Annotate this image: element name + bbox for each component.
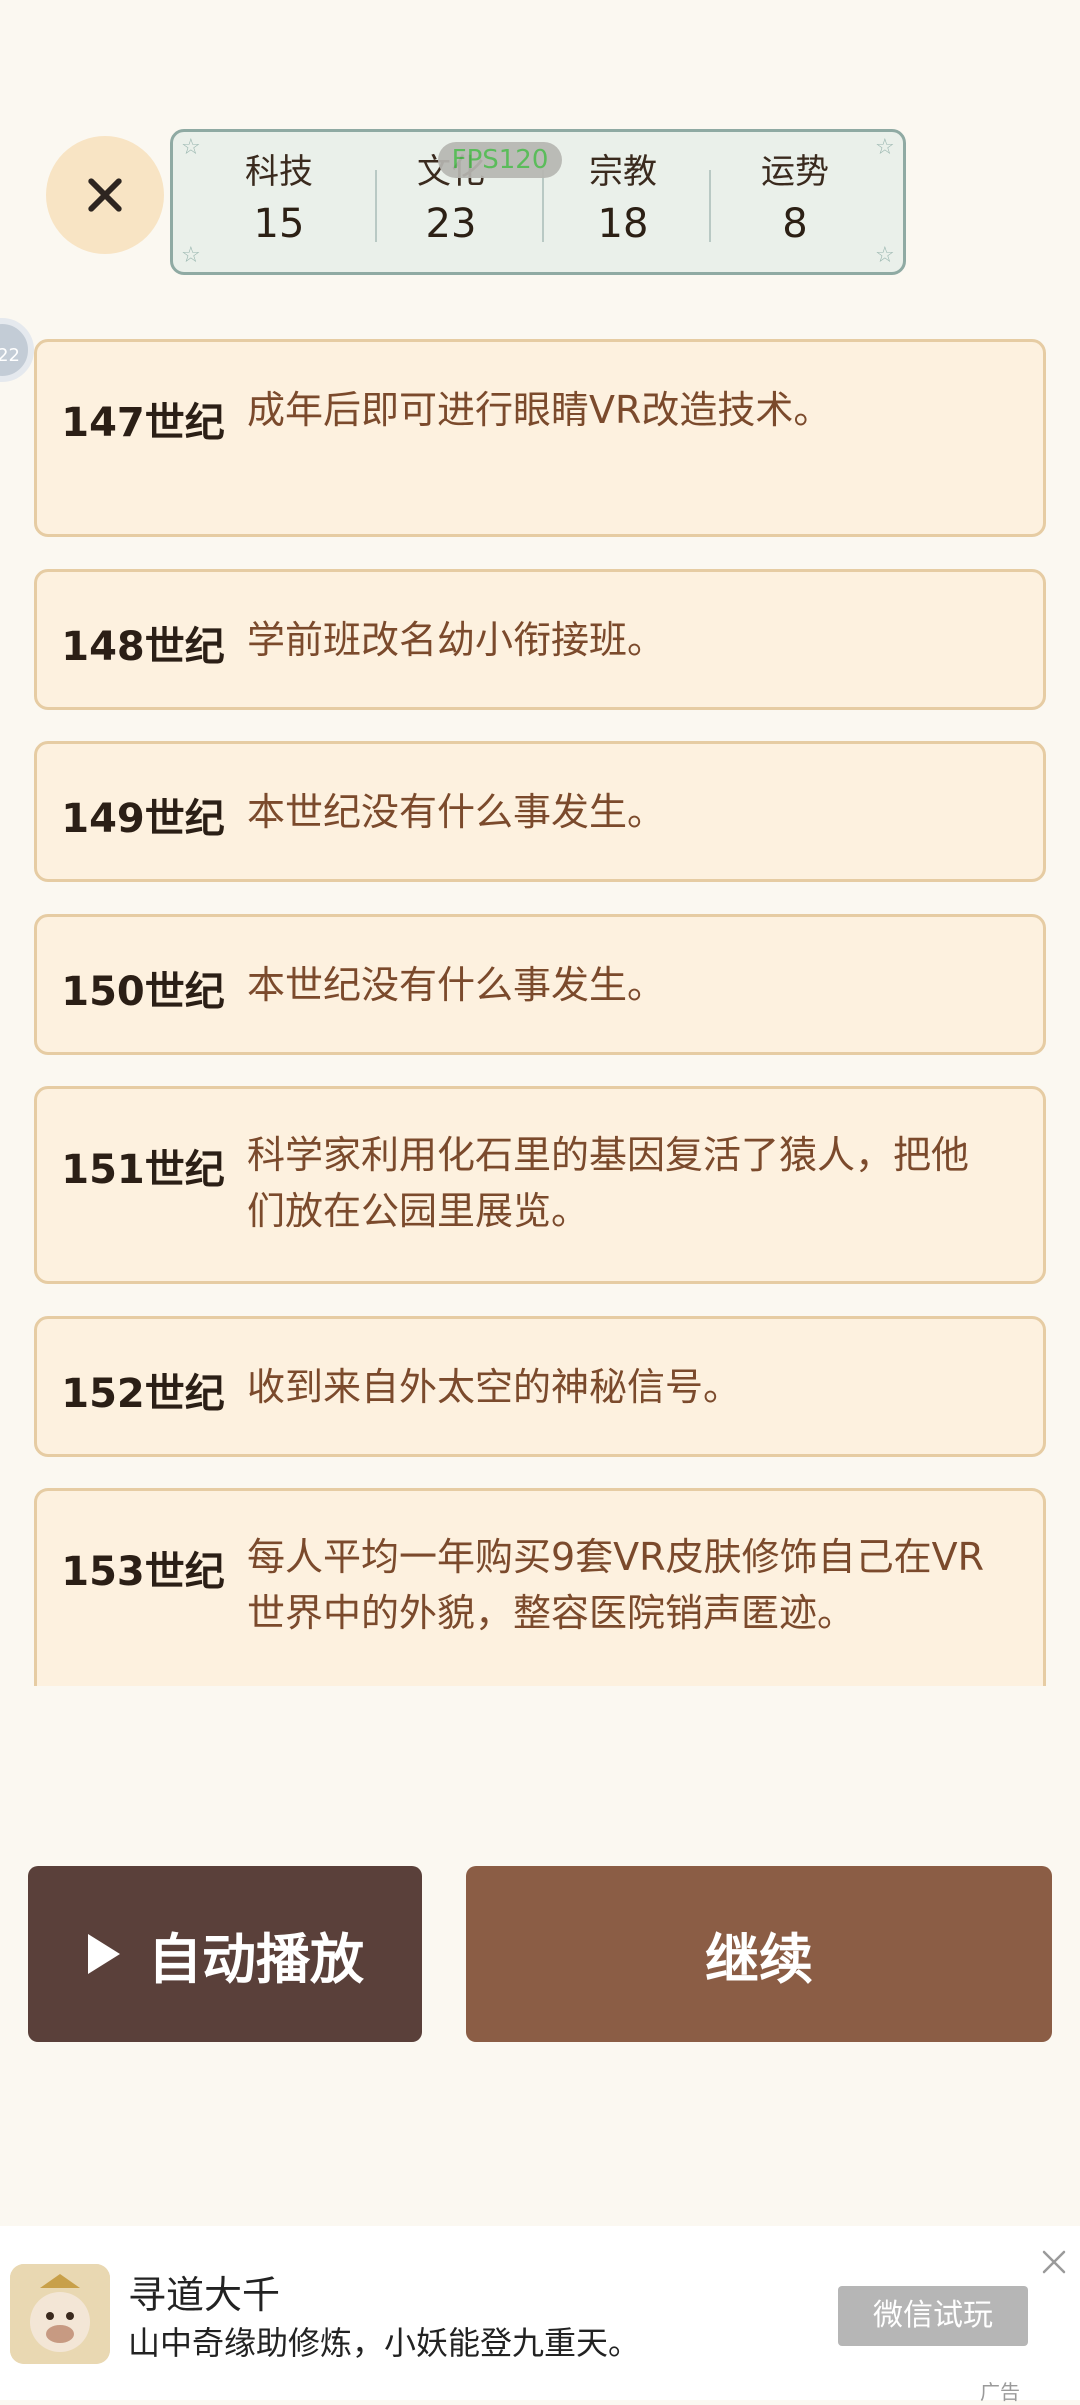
play-icon <box>88 1934 120 1974</box>
event-card: 150世纪 本世纪没有什么事发生。 <box>34 914 1046 1055</box>
stat-label: 科技 <box>245 152 313 192</box>
divider <box>709 170 711 242</box>
ad-game-avatar[interactable] <box>10 2264 110 2364</box>
star-icon: ☆ <box>181 135 201 160</box>
century-label: 149世纪 <box>61 796 225 842</box>
stat-label: 宗教 <box>589 152 657 192</box>
century-label: 152世纪 <box>61 1371 225 1417</box>
event-card: 153世纪 每人平均一年购买9套VR皮肤修饰自己在VR世界中的外貌，整容医院销声… <box>34 1488 1046 1686</box>
continue-button[interactable]: 继续 <box>466 1866 1052 2042</box>
event-card: 149世纪 本世纪没有什么事发生。 <box>34 741 1046 882</box>
stat-value: 18 <box>597 201 649 247</box>
star-icon: ☆ <box>875 135 895 160</box>
event-text: 学前班改名幼小衔接班。 <box>247 618 666 662</box>
ad-banner[interactable]: 寻道大千 山中奇缘助修炼，小妖能登九重天。 微信试玩 广告 <box>0 2226 1080 2404</box>
event-text: 每人平均一年购买9套VR皮肤修饰自己在VR世界中的外貌，整容医院销声匿迹。 <box>247 1535 984 1635</box>
close-button[interactable] <box>46 136 164 254</box>
stat-religion: 宗教 18 <box>543 150 703 252</box>
century-label: 147世纪 <box>61 400 225 446</box>
event-card: 152世纪 收到来自外太空的神秘信号。 <box>34 1316 1046 1457</box>
century-label: 148世纪 <box>61 624 225 670</box>
ad-tag: 广告 <box>980 2380 1020 2404</box>
continue-label: 继续 <box>705 1927 813 1991</box>
stat-value: 23 <box>425 201 477 247</box>
stat-tech: 科技 15 <box>199 150 359 252</box>
event-card: 148世纪 学前班改名幼小衔接班。 <box>34 569 1046 710</box>
stat-value: 15 <box>253 201 305 247</box>
event-text: 本世纪没有什么事发生。 <box>247 790 666 834</box>
star-icon: ☆ <box>181 243 201 268</box>
century-label: 150世纪 <box>61 969 225 1015</box>
century-label: 151世纪 <box>61 1147 225 1193</box>
stat-fortune: 运势 8 <box>715 150 875 252</box>
event-text: 科学家利用化石里的基因复活了猿人，把他们放在公园里展览。 <box>247 1133 970 1233</box>
auto-play-button[interactable]: 自动播放 <box>28 1866 422 2042</box>
close-icon <box>88 178 122 212</box>
fps-overlay: FPS120 <box>438 142 562 178</box>
stat-value: 8 <box>782 201 808 247</box>
event-card: 147世纪 成年后即可进行眼睛VR改造技术。 <box>34 339 1046 537</box>
side-float-bubble[interactable]: 22 <box>0 318 34 382</box>
ad-close-icon[interactable] <box>1040 2248 1068 2276</box>
event-text: 成年后即可进行眼睛VR改造技术。 <box>247 388 832 432</box>
century-label: 153世纪 <box>61 1549 225 1595</box>
ad-cta-button[interactable]: 微信试玩 <box>838 2286 1028 2346</box>
auto-play-label: 自动播放 <box>148 1927 364 1991</box>
ad-title: 寻道大千 <box>128 2273 281 2317</box>
event-text: 收到来自外太空的神秘信号。 <box>247 1365 742 1409</box>
star-icon: ☆ <box>875 243 895 268</box>
event-card: 151世纪 科学家利用化石里的基因复活了猿人，把他们放在公园里展览。 <box>34 1086 1046 1284</box>
event-text: 本世纪没有什么事发生。 <box>247 963 666 1007</box>
ad-subtitle: 山中奇缘助修炼，小妖能登九重天。 <box>128 2324 641 2362</box>
stats-panel: ☆ ☆ ☆ ☆ 科技 15 文化 23 宗教 18 运势 8 FPS120 <box>170 129 906 275</box>
stat-label: 运势 <box>761 152 829 192</box>
